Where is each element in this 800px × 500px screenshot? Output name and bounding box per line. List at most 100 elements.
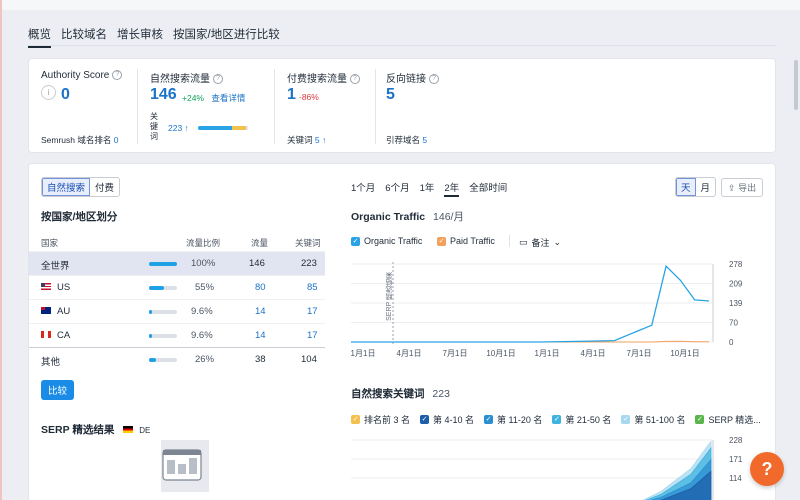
- help-icon[interactable]: ?: [429, 74, 439, 85]
- organic-toggle[interactable]: 自然搜索: [42, 178, 91, 196]
- paid-toggle[interactable]: 付费: [90, 178, 119, 196]
- y-tick-label: 278: [729, 260, 743, 269]
- keywords-value[interactable]: 17: [307, 330, 318, 341]
- col-country: 国家: [41, 238, 59, 248]
- month-toggle[interactable]: 月: [696, 178, 716, 196]
- keywords-legend: ✓ 排名前 3 名 ✓ 第 4-10 名 ✓ 第 11-20 名 ✓ 第 21-50 名 ✓ 第 …: [351, 413, 761, 426]
- keywords-value[interactable]: 17: [307, 306, 318, 317]
- organic-traffic-chart-value: 146/月: [433, 211, 464, 223]
- keywords-bar-yellow: [232, 126, 246, 130]
- period-2-years[interactable]: 2年: [444, 180, 460, 197]
- y-tick-label: 70: [729, 319, 738, 328]
- checkbox-icon: ✓: [695, 415, 705, 424]
- keywords-legend-item[interactable]: ✓ 排名前 3 名: [351, 413, 410, 426]
- authority-score-value: 0: [61, 86, 70, 103]
- share-bar: [149, 334, 177, 338]
- legend-organic[interactable]: ✓ Organic Traffic: [351, 236, 422, 246]
- keywords-legend-item[interactable]: ✓ 第 21-50 名: [552, 413, 611, 426]
- keywords-legend-item[interactable]: ✓ 第 4-10 名: [420, 413, 474, 426]
- checkbox-icon: ✓: [437, 236, 446, 246]
- export-button[interactable]: ⇪ 导出: [721, 178, 764, 197]
- x-tick-label: 7月1日: [443, 349, 468, 358]
- period-1-month[interactable]: 1个月: [351, 180, 375, 197]
- table-row[interactable]: 全世界 100% 146 223: [29, 251, 325, 275]
- semrush-rank-value[interactable]: 0: [114, 135, 119, 145]
- traffic-value[interactable]: 14: [255, 306, 266, 317]
- organic-traffic-chart[interactable]: 278 209 139 70 0 1月1日 4月1日 7月1日 10月1日 1月1日 4月1日 7月…: [351, 260, 761, 360]
- paid-traffic-value[interactable]: 1: [287, 86, 296, 104]
- keywords-legend-item[interactable]: ✓ 第 11-20 名: [484, 413, 542, 426]
- organic-traffic-line: [351, 264, 710, 343]
- keywords-legend-label: 排名前 3 名: [364, 415, 411, 425]
- keywords-value: 223: [301, 258, 317, 269]
- table-row[interactable]: AU 9.6% 14 17: [29, 299, 325, 323]
- y-tick-label: 171: [729, 455, 743, 464]
- share-bar-fill: [149, 286, 164, 290]
- traffic-value: 146: [249, 258, 265, 269]
- traffic-value[interactable]: 80: [255, 282, 266, 293]
- y-tick-label: 0: [729, 338, 734, 347]
- share-bar-fill: [149, 358, 156, 362]
- traffic-share: 9.6%: [191, 330, 213, 341]
- x-tick-label: 4月1日: [581, 349, 606, 358]
- view-details-link[interactable]: 查看详情: [211, 93, 245, 103]
- backlinks-label: 反向链接: [386, 74, 426, 85]
- organic-traffic-metric: 自然搜索流量? 146 +24% 查看详情 关键词 223 ↑: [138, 59, 274, 154]
- traffic-value[interactable]: 14: [255, 330, 266, 341]
- keywords-legend-item[interactable]: ✓ 第 51-100 名: [621, 413, 685, 426]
- keywords-value: 104: [301, 354, 317, 365]
- chart-grid: [351, 263, 714, 343]
- help-icon[interactable]: ?: [213, 74, 223, 85]
- help-button[interactable]: ?: [750, 452, 784, 486]
- country-name: CA: [57, 330, 71, 341]
- keywords-value[interactable]: 85: [307, 282, 318, 293]
- period-6-months[interactable]: 6个月: [385, 180, 409, 197]
- help-icon[interactable]: ?: [350, 74, 360, 85]
- au-flag-icon: [41, 306, 51, 314]
- page-scrollbar[interactable]: [794, 60, 798, 110]
- main-card: 自然搜索 付费 按国家/地区划分 国家 流量比例 流量 关键词 全世界 100%…: [28, 163, 776, 500]
- x-tick-label: 1月1日: [351, 349, 375, 358]
- legend-paid[interactable]: ✓ Paid Traffic: [437, 236, 495, 246]
- table-row[interactable]: 其他 26% 38 104: [29, 347, 325, 371]
- table-row[interactable]: CA 9.6% 14 17: [29, 323, 325, 347]
- checkbox-icon: ✓: [420, 415, 430, 424]
- search-type-toggle: 自然搜索 付费: [41, 177, 121, 197]
- keywords-areas: [642, 440, 712, 500]
- day-toggle[interactable]: 天: [676, 178, 696, 196]
- serp-features-title: SERP 精选结果: [41, 424, 115, 436]
- checkbox-icon: ✓: [351, 236, 360, 246]
- keywords-legend-label: 第 11-20 名: [497, 415, 543, 425]
- referring-domains-value[interactable]: 5: [422, 135, 427, 145]
- table-row[interactable]: US 55% 80 85: [29, 275, 325, 299]
- help-icon[interactable]: ?: [112, 70, 123, 81]
- semrush-rank-label: Semrush 域名排名: [41, 135, 112, 145]
- notes-dropdown[interactable]: ▭ 备注 ⌄: [519, 236, 561, 249]
- serp-database: DE: [139, 426, 151, 435]
- keywords-bar-blue: [198, 126, 232, 130]
- checkbox-icon: ✓: [351, 415, 360, 424]
- organic-keywords-count: 223: [432, 388, 450, 400]
- organic-keywords-chart[interactable]: 228 171 114: [351, 436, 761, 500]
- serp-illustration-icon: [161, 440, 209, 492]
- de-flag-icon: [123, 425, 134, 433]
- keywords-legend-item[interactable]: ✓ SERP 精选...: [695, 413, 761, 426]
- organic-keywords-value[interactable]: 223 ↑: [168, 123, 189, 133]
- period-1-year[interactable]: 1年: [420, 180, 435, 197]
- x-axis-ticks: 1月1日 4月1日 7月1日 10月1日 1月1日 4月1日 7月1日 10月1日: [351, 349, 700, 358]
- paid-keywords-value[interactable]: 5 ↑: [315, 135, 326, 145]
- keywords-legend-label: 第 51-100 名: [634, 415, 686, 425]
- share-bar-fill: [149, 310, 152, 314]
- organic-traffic-value[interactable]: 146: [150, 86, 177, 104]
- keywords-legend-label: 第 4-10 名: [433, 415, 475, 425]
- compare-button[interactable]: 比较: [41, 380, 75, 400]
- organic-traffic-label: 自然搜索流量: [150, 74, 210, 85]
- backlinks-value[interactable]: 5: [386, 86, 395, 104]
- checkbox-icon: ✓: [552, 415, 562, 424]
- x-tick-label: 10月1日: [670, 349, 699, 358]
- x-tick-label: 7月1日: [627, 349, 652, 358]
- x-tick-label: 1月1日: [535, 349, 560, 358]
- period-all-time[interactable]: 全部时间: [469, 180, 507, 197]
- share-bar: [149, 286, 177, 290]
- country-name: 全世界: [41, 261, 70, 272]
